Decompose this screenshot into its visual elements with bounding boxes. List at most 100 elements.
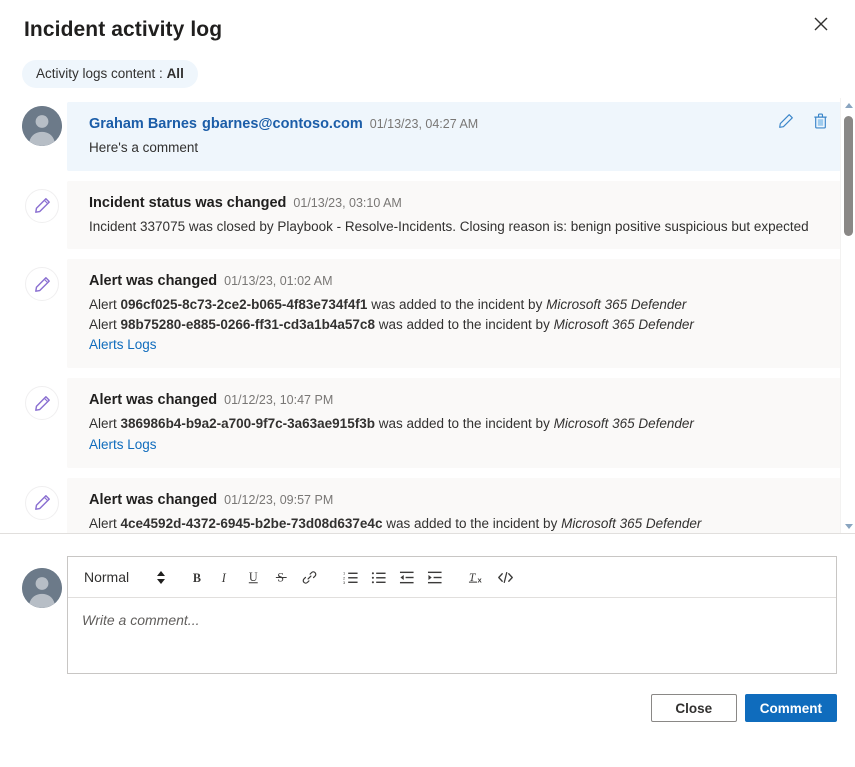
comment-author-email: gbarnes@contoso.com	[202, 116, 363, 132]
link-icon[interactable]	[295, 562, 323, 592]
activity-log-scroll-area[interactable]: Graham Barnes gbarnes@contoso.com 01/13/23…	[0, 98, 855, 534]
panel-header: Incident activity log	[0, 0, 855, 44]
alerts-logs-link[interactable]: Alerts Logs	[89, 435, 157, 455]
comment-button[interactable]: Comment	[745, 694, 837, 722]
code-icon[interactable]	[491, 562, 519, 592]
chevron-updown-icon	[157, 571, 165, 584]
entry-timestamp: 01/13/23, 01:02 AM	[224, 274, 332, 288]
pencil-icon	[22, 263, 62, 303]
close-icon	[814, 17, 828, 31]
strikethrough-icon[interactable]: S	[267, 562, 295, 592]
alert-id: 096cf025-8c73-2ce2-b065-4f83e734f4f1	[121, 297, 368, 312]
editor-box: Normal B I U S	[67, 556, 837, 674]
decrease-indent-icon[interactable]	[393, 562, 421, 592]
entry-timestamp: 01/13/23, 04:27 AM	[370, 117, 478, 131]
bulleted-list-icon[interactable]	[365, 562, 393, 592]
editor-toolbar: Normal B I U S	[68, 557, 836, 598]
system-event-card: Alert was changed01/12/23, 09:57 PMAlert…	[67, 478, 841, 535]
avatar	[22, 568, 62, 608]
entry-detail-line: Alert 98b75280-e885-0266-ff31-cd3a1b4a57…	[89, 315, 827, 335]
filter-value: All	[167, 66, 184, 81]
svg-text:B: B	[192, 570, 200, 584]
vertical-scrollbar[interactable]	[840, 98, 855, 533]
comment-text: Here's a comment	[89, 138, 827, 158]
detail-text: was added to the incident by	[367, 297, 546, 312]
entry-header: Alert was changed 01/12/23, 09:57 PM	[89, 490, 827, 510]
comment-editor: Normal B I U S	[0, 534, 855, 674]
comment-actions	[777, 112, 829, 130]
detail-text: was added to the incident by	[375, 317, 554, 332]
detail-text: Alert	[89, 297, 121, 312]
underline-icon[interactable]: U	[239, 562, 267, 592]
edit-icon[interactable]	[777, 112, 795, 130]
format-style-select[interactable]: Normal	[74, 562, 169, 592]
filter-label: Activity logs content :	[36, 66, 167, 81]
pencil-icon	[22, 482, 62, 522]
system-event-card: Alert was changed01/13/23, 01:02 AMAlert…	[67, 259, 841, 368]
entry-header: Graham Barnes gbarnes@contoso.com 01/13/23…	[89, 114, 827, 134]
entry-detail-line: Alert 096cf025-8c73-2ce2-b065-4f83e734f4…	[89, 295, 827, 315]
entry-detail-line: Incident 337075 was closed by Playbook -…	[89, 217, 827, 237]
system-event-card: Incident status was changed 01/13/23, 03:…	[67, 181, 841, 250]
activity-log-entry: Incident status was changed 01/13/23, 03:…	[22, 181, 841, 250]
activity-log-entry: Alert was changed01/12/23, 09:57 PMAlert…	[22, 478, 841, 535]
scroll-up-arrow-icon[interactable]	[841, 98, 855, 112]
pencil-icon	[22, 185, 62, 225]
svg-text:x: x	[478, 576, 483, 585]
format-style-value: Normal	[84, 569, 129, 585]
detail-text: was added to the incident by	[375, 416, 554, 431]
pencil-icon	[22, 382, 62, 422]
activity-log-list: Graham Barnes gbarnes@contoso.com 01/13/23…	[22, 98, 841, 534]
italic-icon[interactable]: I	[211, 562, 239, 592]
entry-timestamp: 01/12/23, 09:57 PM	[224, 493, 333, 507]
source-product: Microsoft 365 Defender	[554, 416, 694, 431]
alert-id: 4ce4592d-4372-6945-b2be-73d08d637e4c	[121, 516, 383, 531]
activity-log-entry: Alert was changed01/13/23, 01:02 AMAlert…	[22, 259, 841, 368]
alert-id: 386986b4-b9a2-a700-9f7c-3a63ae915f3b	[121, 416, 375, 431]
clear-formatting-icon[interactable]: T x	[463, 562, 491, 592]
activity-log-entry: Alert was changed01/12/23, 10:47 PMAlert…	[22, 378, 841, 468]
increase-indent-icon[interactable]	[421, 562, 449, 592]
entry-title: Incident status was changed	[89, 195, 286, 211]
entry-detail-line: Alert 4ce4592d-4372-6945-b2be-73d08d637e…	[89, 514, 827, 534]
activity-log-entry: Graham Barnes gbarnes@contoso.com 01/13/23…	[22, 102, 841, 171]
activity-logs-content-filter[interactable]: Activity logs content : All	[22, 60, 198, 88]
bold-icon[interactable]: B	[183, 562, 211, 592]
avatar	[22, 106, 62, 146]
detail-text: Alert	[89, 516, 121, 531]
detail-text: Incident 337075 was closed by Playbook -…	[89, 219, 809, 234]
scroll-down-arrow-icon[interactable]	[841, 519, 855, 533]
system-event-card: Alert was changed01/12/23, 10:47 PMAlert…	[67, 378, 841, 468]
delete-icon[interactable]	[811, 112, 829, 130]
detail-text: was added to the incident by	[382, 516, 561, 531]
svg-text:U: U	[248, 570, 257, 584]
scrollbar-thumb[interactable]	[844, 116, 853, 236]
numbered-list-icon[interactable]: 1 2 3	[337, 562, 365, 592]
entry-timestamp: 01/12/23, 10:47 PM	[224, 393, 333, 407]
source-product: Microsoft 365 Defender	[546, 297, 686, 312]
entry-detail-line: Alert 386986b4-b9a2-a700-9f7c-3a63ae915f…	[89, 414, 827, 434]
close-button[interactable]	[805, 8, 837, 40]
detail-text: Alert	[89, 317, 121, 332]
svg-text:I: I	[220, 570, 226, 584]
page-title: Incident activity log	[24, 16, 831, 44]
close-button-footer[interactable]: Close	[651, 694, 737, 722]
entry-title: Alert was changed	[89, 492, 217, 508]
detail-text: Alert	[89, 416, 121, 431]
source-product: Microsoft 365 Defender	[554, 317, 694, 332]
entry-header: Incident status was changed 01/13/23, 03:…	[89, 193, 827, 213]
entry-timestamp: 01/13/23, 03:10 AM	[293, 196, 401, 210]
entry-header: Alert was changed 01/13/23, 01:02 AM	[89, 271, 827, 291]
entry-title: Alert was changed	[89, 392, 217, 408]
comment-input[interactable]	[68, 598, 836, 668]
dialog-footer: Close Comment	[0, 674, 855, 722]
entry-title: Alert was changed	[89, 273, 217, 289]
comment-author-name: Graham Barnes	[89, 116, 197, 132]
entry-header: Alert was changed 01/12/23, 10:47 PM	[89, 390, 827, 410]
alerts-logs-link[interactable]: Alerts Logs	[89, 335, 157, 355]
filter-bar: Activity logs content : All	[0, 44, 855, 98]
alert-id: 98b75280-e885-0266-ff31-cd3a1b4a57c8	[121, 317, 375, 332]
comment-card: Graham Barnes gbarnes@contoso.com 01/13/23…	[67, 102, 841, 171]
source-product: Microsoft 365 Defender	[561, 516, 701, 531]
svg-text:3: 3	[343, 580, 346, 585]
